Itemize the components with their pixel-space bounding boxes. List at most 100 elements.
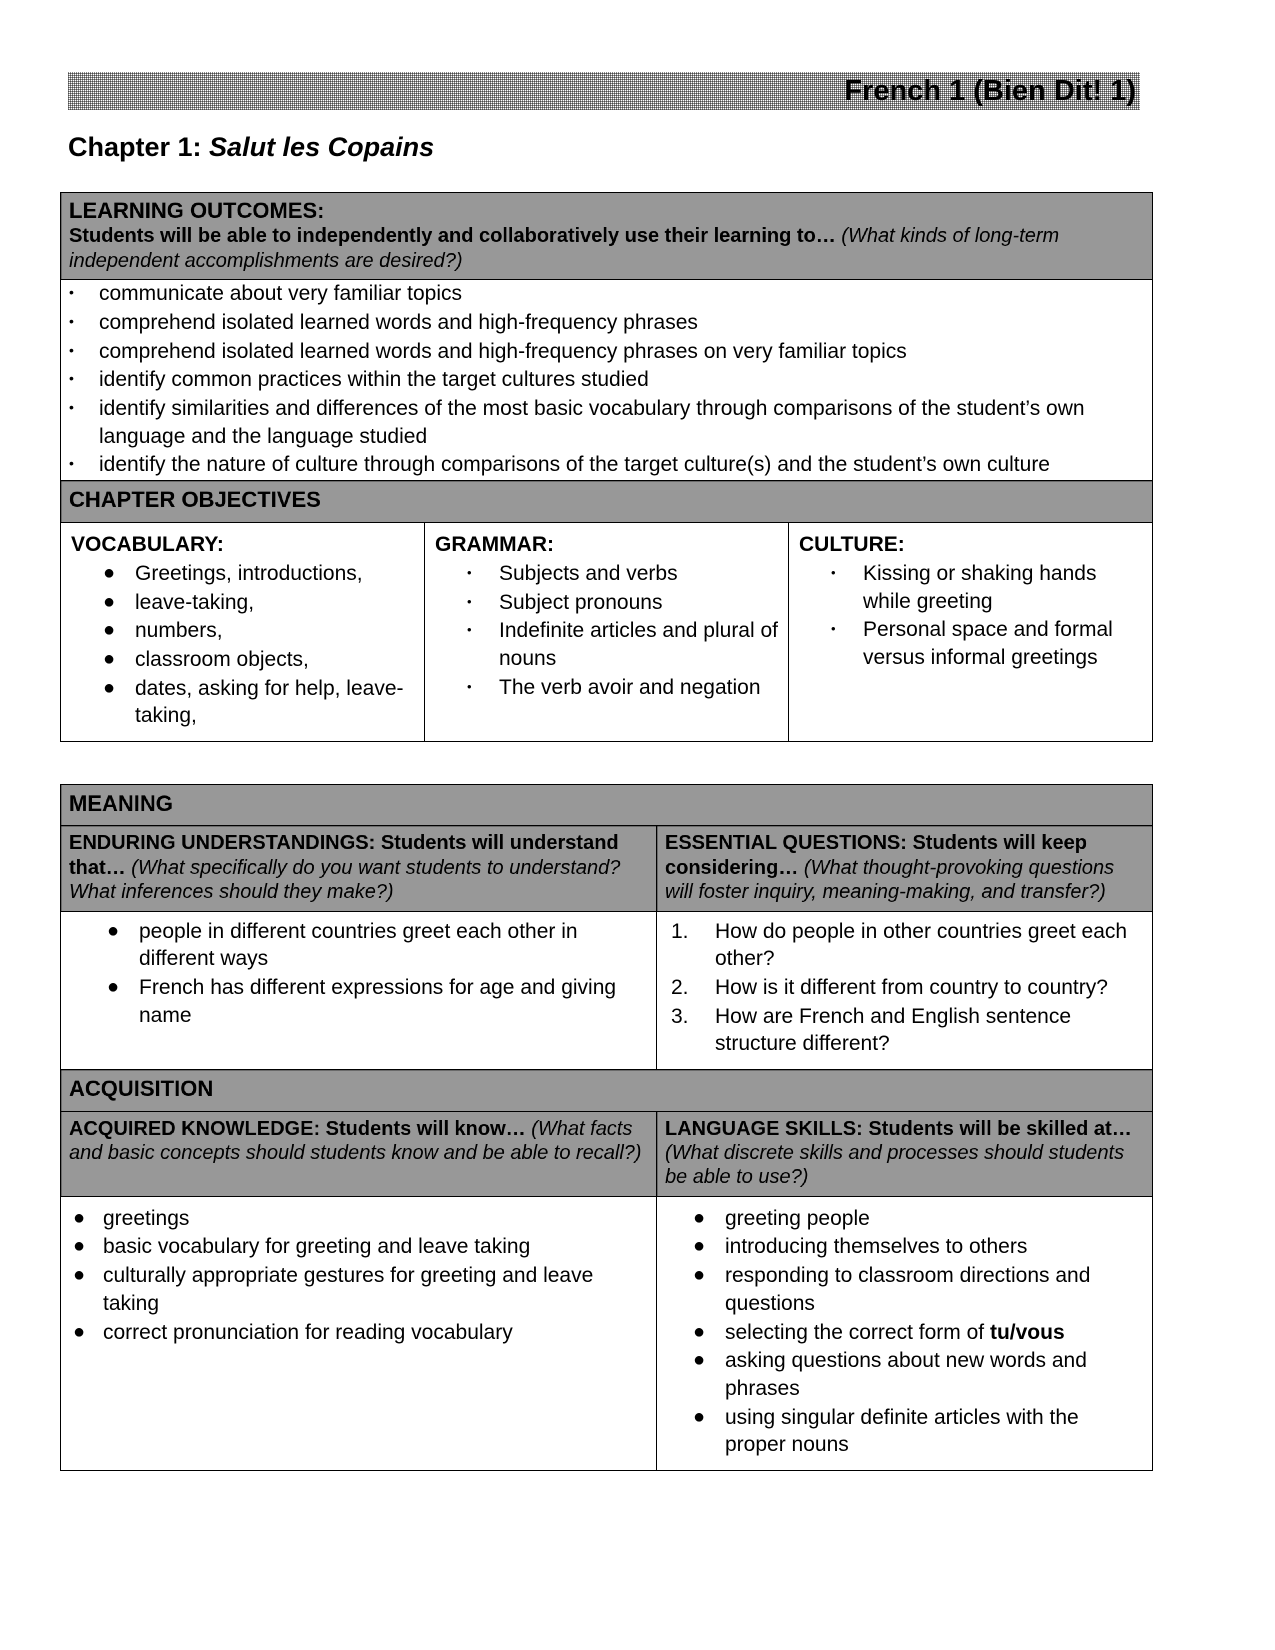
list-item-text: basic vocabulary for greeting and leave … — [103, 1235, 531, 1259]
list-item: ● Greetings, introductions, — [71, 560, 414, 588]
table-row: ● people in different countries greet eac… — [60, 910, 1154, 1071]
bullet-icon: • — [831, 564, 836, 580]
list-item-text: How are French and English sentence stru… — [715, 1004, 1072, 1056]
knowledge-block: ● greetings ● basic vocabulary for greetin… — [61, 1197, 656, 1358]
list-item: • comprehend isolated learned words and h… — [61, 338, 1152, 366]
list-item-text: How is it different from country to coun… — [715, 976, 1108, 999]
list-item: ● selecting the correct form of tu/vous — [661, 1319, 1142, 1347]
enduring-block: ● people in different countries greet eac… — [61, 912, 656, 1041]
list-item: 1. How do people in other countries greet… — [659, 918, 1142, 973]
bullet-icon: • — [831, 621, 836, 637]
bullet-icon: ● — [73, 1264, 86, 1287]
skills-heading-italic: (What discrete skills and processes shou… — [665, 1141, 1125, 1189]
chapter-objectives-band-cell: CHAPTER OBJECTIVES — [59, 480, 1154, 523]
list-item-text: culturally appropriate gestures for gree… — [103, 1264, 594, 1315]
list-item-text: dates, asking for help, leave-taking, — [135, 676, 404, 728]
chapter-label: Chapter 1: — [68, 132, 202, 162]
skills-heading-cell: LANGUAGE SKILLS: Students will be skille… — [655, 1110, 1154, 1197]
knowledge-heading-cell: ACQUIRED KNOWLEDGE: Students will know… … — [60, 1110, 657, 1197]
table-row: ACQUIRED KNOWLEDGE: Students will know… … — [60, 1110, 1154, 1197]
list-item: • identify similarities and differences o… — [61, 395, 1152, 450]
list-item: • communicate about very familiar topics — [61, 280, 1152, 308]
list-item-text: greeting people — [725, 1206, 870, 1230]
course-title-banner: French 1 (Bien Dit! 1) — [68, 72, 1140, 110]
knowledge-heading: ACQUIRED KNOWLEDGE: Students will know… … — [61, 1112, 656, 1172]
chapter-objectives-band: CHAPTER OBJECTIVES — [61, 481, 1152, 521]
bullet-icon: ● — [693, 1405, 706, 1428]
learning-outcomes-title: LEARNING OUTCOMES: — [69, 198, 325, 223]
bullet-icon: • — [467, 678, 472, 694]
learning-outcomes-list: • communicate about very familiar topics … — [61, 280, 1152, 479]
table-row: CHAPTER OBJECTIVES — [59, 480, 1154, 523]
table-row: • communicate about very familiar topics … — [59, 279, 1154, 482]
skills-heading: LANGUAGE SKILLS: Students will be skille… — [657, 1112, 1152, 1196]
meaning-band-cell: MEANING — [59, 783, 1154, 827]
vocabulary-list: ● Greetings, introductions, ● leave-taking… — [71, 560, 414, 730]
bullet-icon: • — [69, 399, 74, 416]
essential-questions-list: 1. How do people in other countries greet… — [659, 918, 1142, 1059]
bullet-icon: ● — [73, 1235, 86, 1258]
list-item: 3. How are French and English sentence st… — [659, 1003, 1142, 1058]
list-item-text: comprehend isolated learned words and hi… — [99, 339, 907, 363]
bullet-icon: ● — [103, 590, 116, 613]
list-item-text: introducing themselves to others — [725, 1235, 1028, 1259]
list-item-text: Kissing or shaking hands while greeting — [863, 561, 1097, 613]
acquisition-band: ACQUISITION — [61, 1070, 1152, 1110]
grammar-list: • Subjects and verbs • Subject pronouns • I… — [435, 560, 778, 702]
list-item: • identify common practices within the ta… — [61, 366, 1152, 394]
learning-outcomes-band: LEARNING OUTCOMES: Students will be able… — [61, 193, 1152, 279]
bullet-icon: ● — [693, 1264, 706, 1287]
bullet-icon: ● — [103, 676, 116, 699]
list-item-text: Indefinite articles and plural of nouns — [499, 619, 778, 671]
list-number: 2. — [671, 976, 689, 999]
list-item-text: responding to classroom directions and q… — [725, 1264, 1091, 1315]
table-row: VOCABULARY: ● Greetings, introductions, ●… — [60, 521, 1154, 743]
grammar-cell: GRAMMAR: • Subjects and verbs • Subject pr… — [424, 521, 789, 743]
skills-block: ● greeting people ● introducing themselves… — [657, 1197, 1152, 1470]
bullet-icon: • — [467, 564, 472, 580]
essential-heading-cell: ESSENTIAL QUESTIONS: Students will keep … — [655, 825, 1154, 912]
list-item-text-pre: selecting the correct form of — [725, 1320, 990, 1344]
skills-heading-bold: LANGUAGE SKILLS: Students will be skille… — [665, 1117, 1132, 1140]
bullet-icon: ● — [107, 976, 120, 998]
list-item-text: French has different expressions for age… — [139, 976, 617, 1027]
list-number: 1. — [671, 919, 689, 943]
table-row: ACQUISITION — [59, 1069, 1154, 1112]
outcomes-objectives-table: LEARNING OUTCOMES: Students will be able… — [59, 191, 1154, 743]
list-item-text: correct pronunciation for reading vocabu… — [103, 1320, 513, 1344]
list-item-text: The verb avoir and negation — [499, 675, 761, 699]
learning-outcomes-prompt-bold: Students will be able to independently a… — [69, 225, 836, 248]
vocabulary-block: VOCABULARY: ● Greetings, introductions, ●… — [61, 523, 424, 742]
list-item-text: communicate about very familiar topics — [99, 282, 462, 306]
list-item-text: using singular definite articles with th… — [725, 1405, 1079, 1457]
list-item: • Subjects and verbs — [435, 560, 778, 588]
enduring-list: ● people in different countries greet eac… — [63, 918, 646, 1030]
list-item-text: asking questions about new words and phr… — [725, 1349, 1087, 1401]
bullet-icon: • — [467, 622, 472, 638]
chapter-name: Salut les Copains — [209, 132, 435, 162]
table-row: ENDURING UNDERSTANDINGS: Students will u… — [60, 825, 1154, 912]
chapter-heading: Chapter 1: Salut les Copains — [68, 132, 434, 163]
enduring-heading-cell: ENDURING UNDERSTANDINGS: Students will u… — [60, 825, 657, 912]
learning-outcomes-band-cell: LEARNING OUTCOMES: Students will be able… — [59, 191, 1154, 281]
list-item: ● greeting people — [661, 1205, 1142, 1233]
bullet-icon: ● — [107, 919, 120, 942]
list-item-text: numbers, — [135, 619, 223, 643]
list-item: ● dates, asking for help, leave-taking, — [71, 675, 414, 730]
bullet-icon: ● — [73, 1320, 86, 1343]
bullet-icon: • — [69, 341, 74, 358]
list-item-text-bold: tu/vous — [989, 1320, 1065, 1344]
knowledge-heading-bold: ACQUIRED KNOWLEDGE: Students will know… — [69, 1117, 526, 1140]
grammar-heading: GRAMMAR: — [435, 532, 554, 556]
knowledge-list: ● greetings ● basic vocabulary for greetin… — [65, 1205, 646, 1347]
list-item: ● responding to classroom directions and … — [661, 1262, 1142, 1317]
acquisition-title: ACQUISITION — [69, 1076, 214, 1102]
enduring-heading-italic: (What specifically do you want students … — [69, 856, 621, 904]
bullet-icon: • — [69, 370, 74, 387]
list-item-text: identify the nature of culture through c… — [99, 453, 1050, 477]
acquisition-band-cell: ACQUISITION — [59, 1069, 1154, 1112]
bullet-icon: • — [467, 593, 472, 609]
learning-outcomes-list-cell: • communicate about very familiar topics … — [59, 279, 1154, 482]
list-item: • Subject pronouns — [435, 589, 778, 617]
list-item-text: classroom objects, — [135, 648, 309, 672]
